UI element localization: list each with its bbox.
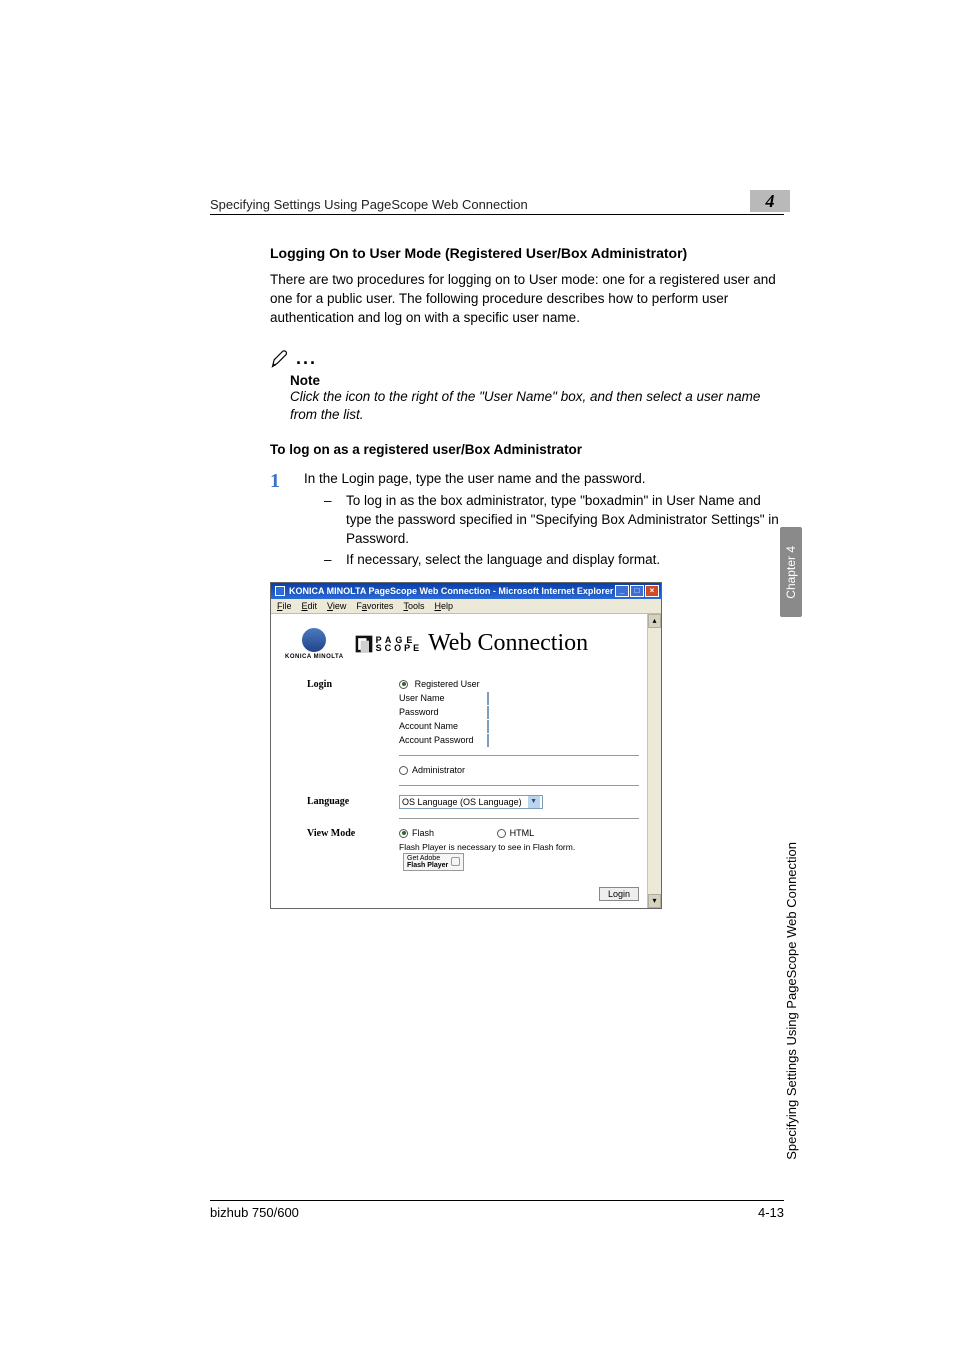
- pen-icon: [270, 349, 290, 369]
- flash-label: Flash: [412, 828, 434, 838]
- step-lead: In the Login page, type the user name an…: [304, 471, 784, 486]
- ellipsis-icon: ...: [296, 348, 317, 369]
- konica-text: KONICA MINOLTA: [285, 654, 344, 660]
- menu-help[interactable]: Help: [434, 601, 453, 611]
- viewmode-heading: View Mode: [307, 828, 399, 839]
- running-title: Specifying Settings Using PageScope Web …: [210, 197, 528, 212]
- step-number: 1: [270, 471, 280, 572]
- close-button[interactable]: ×: [645, 585, 659, 597]
- language-heading: Language: [307, 796, 399, 807]
- radio-html[interactable]: [497, 829, 506, 838]
- user-name-label: User Name: [399, 693, 487, 703]
- chapter-badge: 4: [750, 190, 790, 212]
- konica-minolta-logo: KONICA MINOLTA: [285, 628, 344, 660]
- language-select[interactable]: OS Language (OS Language)▼: [399, 795, 543, 809]
- menu-file[interactable]: File: [277, 601, 292, 611]
- login-heading: Login: [307, 679, 399, 690]
- login-button[interactable]: Login: [599, 887, 639, 901]
- flash-icon: [451, 857, 460, 866]
- menu-favorites[interactable]: Favorites: [356, 601, 393, 611]
- browser-window: KONICA MINOLTA PageScope Web Connection …: [270, 582, 662, 909]
- scrollbar[interactable]: ▴ ▾: [647, 614, 661, 908]
- chevron-down-icon: ▼: [528, 796, 540, 808]
- procedure-heading: To log on as a registered user/Box Admin…: [270, 442, 784, 457]
- flash-note: Flash Player is necessary to see in Flas…: [399, 842, 575, 852]
- menu-edit[interactable]: Edit: [302, 601, 318, 611]
- brand-webconnection: Web Connection: [428, 630, 588, 657]
- menu-view[interactable]: View: [327, 601, 346, 611]
- section-heading: Logging On to User Mode (Registered User…: [270, 245, 784, 261]
- scroll-up-icon[interactable]: ▴: [648, 614, 661, 628]
- step-bullet-1: To log in as the box administrator, type…: [346, 492, 784, 549]
- account-name-input[interactable]: [487, 720, 489, 733]
- pagescope-icon: [354, 634, 374, 654]
- menubar: File Edit View Favorites Tools Help: [271, 599, 661, 614]
- html-label: HTML: [510, 828, 535, 838]
- note-label: Note: [290, 373, 784, 388]
- user-name-input[interactable]: [487, 692, 489, 705]
- radio-administrator[interactable]: [399, 766, 408, 775]
- svg-text:4: 4: [765, 191, 775, 211]
- minimize-button[interactable]: _: [615, 585, 629, 597]
- ie-icon: [275, 586, 285, 596]
- window-titlebar: KONICA MINOLTA PageScope Web Connection …: [271, 583, 661, 599]
- account-name-label: Account Name: [399, 721, 487, 731]
- account-password-input[interactable]: [487, 734, 489, 747]
- window-title: KONICA MINOLTA PageScope Web Connection …: [289, 586, 613, 596]
- administrator-label: Administrator: [412, 765, 465, 775]
- get-flash-button[interactable]: Get AdobeFlash Player: [403, 853, 464, 871]
- note-text: Click the icon to the right of the "User…: [290, 388, 784, 424]
- registered-user-label: Registered User: [415, 679, 480, 689]
- note-block: ... Note Click the icon to the right of …: [270, 348, 784, 424]
- browser-body: ▴ ▾ KONICA MINOLTA PAGE SCOPE Web Connec…: [271, 614, 661, 908]
- product-name: bizhub 750/600: [210, 1205, 299, 1220]
- scroll-down-icon[interactable]: ▾: [648, 894, 661, 908]
- step-1: 1 In the Login page, type the user name …: [270, 471, 784, 572]
- page-number: 4-13: [758, 1205, 784, 1220]
- running-header: Specifying Settings Using PageScope Web …: [210, 190, 784, 215]
- radio-flash[interactable]: [399, 829, 408, 838]
- step-bullet-2: If necessary, select the language and di…: [346, 551, 660, 570]
- pagescope-logo: PAGE SCOPE Web Connection: [354, 630, 589, 657]
- maximize-button[interactable]: □: [630, 585, 644, 597]
- side-tab: Chapter 4: [780, 527, 802, 617]
- password-input[interactable]: [487, 706, 489, 719]
- radio-registered-user[interactable]: [399, 680, 408, 689]
- side-text: Specifying Settings Using PageScope Web …: [780, 640, 802, 1160]
- section-paragraph: There are two procedures for logging on …: [270, 271, 784, 328]
- password-label: Password: [399, 707, 487, 717]
- footer: bizhub 750/600 4-13: [210, 1200, 784, 1220]
- menu-tools[interactable]: Tools: [403, 601, 424, 611]
- account-password-label: Account Password: [399, 735, 487, 745]
- globe-icon: [302, 628, 326, 652]
- brand-scope: SCOPE: [376, 644, 423, 652]
